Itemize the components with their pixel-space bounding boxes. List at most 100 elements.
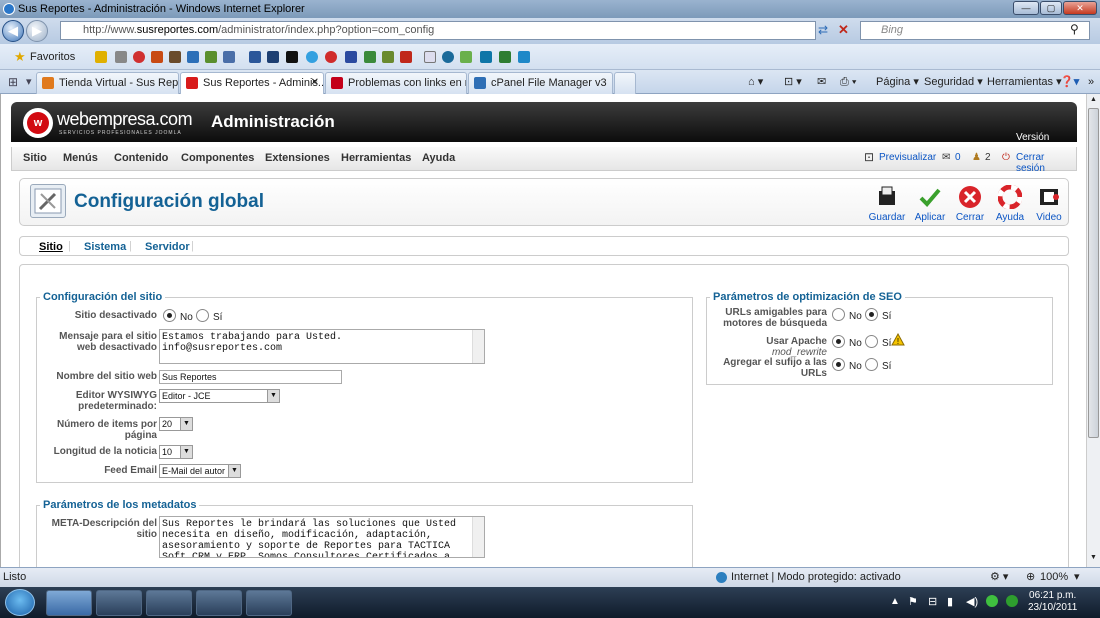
sitename-input[interactable]: Sus Reportes <box>159 370 342 384</box>
rewrite-no-radio[interactable] <box>832 335 845 348</box>
search-icon[interactable]: ⚲ <box>1070 22 1079 36</box>
page-menu[interactable]: Página ▾ <box>876 74 919 90</box>
taskbar-network-icon[interactable] <box>196 590 242 616</box>
refresh-icon[interactable]: ⇄ <box>818 23 828 37</box>
offline-yes-radio[interactable] <box>196 309 209 322</box>
offline-message-textarea[interactable]: Estamos trabajando para Usted. info@susr… <box>159 329 485 364</box>
tray-device-icon[interactable]: ⊟ <box>928 595 937 608</box>
taskbar-mail-icon[interactable] <box>146 590 192 616</box>
tab-sistema[interactable]: Sistema <box>84 241 126 253</box>
zoom-level[interactable]: 100% <box>1040 568 1068 587</box>
tab-sitio[interactable]: Sitio <box>39 241 63 253</box>
url-input[interactable]: http://www.susreportes.com/administrator… <box>60 21 816 40</box>
fav-site-icon[interactable] <box>325 51 337 63</box>
fav-site-icon[interactable] <box>460 51 472 63</box>
fav-site-icon[interactable] <box>499 51 511 63</box>
close-window-button[interactable]: ✕ <box>1063 1 1097 15</box>
twitter-icon[interactable] <box>306 51 318 63</box>
tab-list-icon[interactable]: ▾ <box>26 75 32 88</box>
system-clock[interactable]: 06:21 p.m. 23/10/2011 <box>1028 590 1077 614</box>
help-button[interactable]: Ayuda <box>990 185 1030 223</box>
fav-site-icon[interactable] <box>382 51 394 63</box>
sef-no-radio[interactable] <box>832 308 845 321</box>
zoom-dropdown-icon[interactable]: ▾ <box>1074 568 1080 587</box>
tray-flag-icon[interactable]: ⚑ <box>908 595 918 608</box>
tab-servidor[interactable]: Servidor <box>145 241 190 253</box>
menu-item-menus[interactable]: Menús <box>63 152 98 164</box>
close-button[interactable]: Cerrar <box>950 185 990 223</box>
list-limit-select[interactable]: 20 ▼ <box>159 417 193 431</box>
editor-select[interactable]: Editor - JCE ▼ <box>159 389 280 403</box>
add-favorite-icon[interactable] <box>95 51 107 63</box>
print-icon[interactable]: ⎙ ▾ <box>840 74 856 90</box>
textarea-scrollbar[interactable] <box>472 517 484 557</box>
logout-link[interactable]: Cerrar sesión <box>1016 152 1076 174</box>
taskbar-folder-icon[interactable] <box>246 590 292 616</box>
zone-settings-icon[interactable]: ⚙ ▾ <box>990 568 1008 587</box>
tray-expand-icon[interactable]: ▲ <box>890 596 900 607</box>
fav-site-icon[interactable] <box>345 51 357 63</box>
save-button[interactable]: Guardar <box>867 185 907 223</box>
linkedin-icon[interactable] <box>480 51 492 63</box>
fav-site-icon[interactable] <box>223 51 235 63</box>
fav-site-icon[interactable] <box>442 51 454 63</box>
rewrite-yes-radio[interactable] <box>865 335 878 348</box>
fav-site-icon[interactable] <box>169 51 181 63</box>
scroll-thumb[interactable] <box>1088 108 1099 438</box>
fav-site-icon[interactable] <box>151 51 163 63</box>
taskbar-explorer-icon[interactable] <box>96 590 142 616</box>
home-icon[interactable]: ⌂ ▾ <box>748 74 763 90</box>
fav-site-icon[interactable] <box>424 51 436 63</box>
fav-site-icon[interactable] <box>364 51 376 63</box>
forward-button[interactable]: ▶ <box>26 20 48 42</box>
users-count[interactable]: 2 <box>985 152 991 163</box>
mail-icon[interactable]: ✉ <box>817 74 826 90</box>
search-input[interactable]: Bing <box>860 21 1090 40</box>
back-button[interactable]: ◀ <box>2 20 24 42</box>
menu-item-ayuda[interactable]: Ayuda <box>422 152 455 164</box>
favorites-label[interactable]: Favoritos <box>30 51 75 63</box>
maximize-button[interactable]: ▢ <box>1040 1 1062 15</box>
fav-site-icon[interactable] <box>286 51 298 63</box>
new-tab-button[interactable] <box>614 72 636 94</box>
messages-count[interactable]: 0 <box>955 152 961 163</box>
fav-site-icon[interactable] <box>518 51 530 63</box>
textarea-scrollbar[interactable] <box>472 330 484 363</box>
fav-site-icon[interactable] <box>400 51 412 63</box>
menu-item-herramientas[interactable]: Herramientas <box>341 152 411 164</box>
minimize-button[interactable]: — <box>1013 1 1039 15</box>
quick-tabs-icon[interactable]: ⊞ <box>8 75 18 89</box>
close-tab-icon[interactable]: ✕ <box>311 73 319 93</box>
security-menu[interactable]: Seguridad ▾ <box>924 74 983 90</box>
fav-site-icon[interactable] <box>267 51 279 63</box>
menu-item-extensiones[interactable]: Extensiones <box>265 152 330 164</box>
fav-site-icon[interactable] <box>249 51 261 63</box>
menu-item-contenido[interactable]: Contenido <box>114 152 168 164</box>
help-icon[interactable]: ❓▾ <box>1060 74 1079 90</box>
meta-description-textarea[interactable]: Sus Reportes le brindará las soluciones … <box>159 516 485 558</box>
apply-button[interactable]: Aplicar <box>910 185 950 223</box>
tray-signal-icon[interactable]: ▮ <box>947 595 953 608</box>
feeds-icon[interactable]: ⊡ ▾ <box>784 74 802 90</box>
menu-item-componentes[interactable]: Componentes <box>181 152 254 164</box>
tray-app-icon[interactable] <box>1006 595 1018 607</box>
tray-green-icon[interactable] <box>986 595 998 607</box>
tab-tienda-virtual[interactable]: Tienda Virtual - Sus Report... <box>36 72 179 94</box>
preview-link[interactable]: Previsualizar <box>879 152 936 163</box>
stop-icon[interactable]: ✕ <box>838 22 849 38</box>
scroll-up-icon[interactable]: ▲ <box>1090 96 1097 103</box>
offline-no-radio[interactable] <box>163 309 176 322</box>
scroll-down-icon[interactable]: ▼ <box>1090 554 1097 561</box>
tab-cpanel[interactable]: cPanel File Manager v3 <box>468 72 613 94</box>
page-scrollbar[interactable]: ▲ ▼ <box>1086 94 1100 567</box>
taskbar-ie-icon[interactable] <box>46 590 92 616</box>
fav-site-icon[interactable] <box>115 51 127 63</box>
suffix-yes-radio[interactable] <box>865 358 878 371</box>
feed-email-select[interactable]: E-Mail del autor ▼ <box>159 464 241 478</box>
tab-sus-reportes[interactable]: Sus Reportes - Adminis... ✕ <box>180 72 324 95</box>
tab-problemas[interactable]: Problemas con links en m... <box>325 72 467 94</box>
video-button[interactable]: Video <box>1029 185 1069 223</box>
tray-volume-icon[interactable]: ◀) <box>966 595 978 608</box>
fav-site-icon[interactable] <box>187 51 199 63</box>
menu-item-sitio[interactable]: Sitio <box>23 152 47 164</box>
